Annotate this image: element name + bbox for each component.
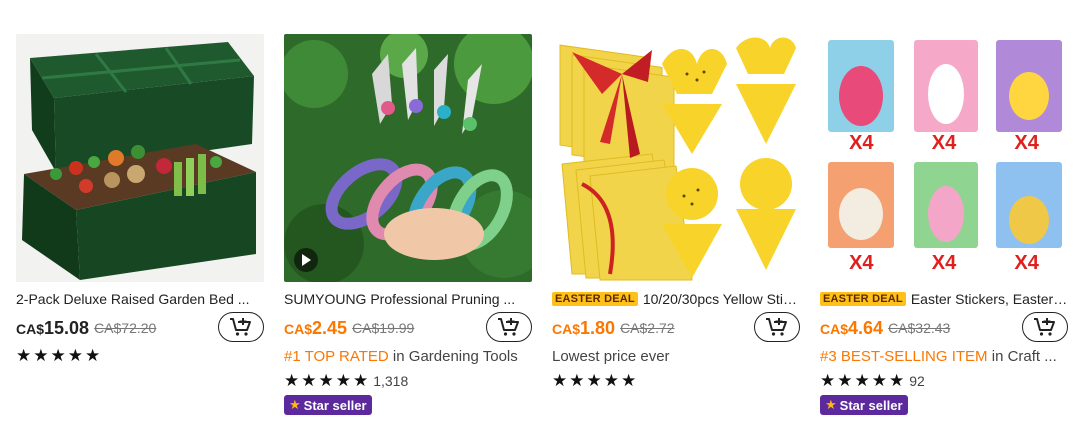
product-grid: 2-Pack Deluxe Raised Garden Bed ... CA$1… xyxy=(0,0,1080,440)
product-title[interactable]: SUMYOUNG Professional Pruning ... xyxy=(284,291,515,307)
product-title[interactable]: 2-Pack Deluxe Raised Garden Bed ... xyxy=(16,291,249,307)
easter-deal-badge: EASTER DEAL xyxy=(552,292,638,306)
play-video-icon[interactable] xyxy=(294,248,318,272)
product-card[interactable]: EASTER DEAL 10/20/30pcs Yellow Stic... C… xyxy=(552,34,800,390)
ranking-tag[interactable]: #3 BEST-SELLING ITEM in Craft ... xyxy=(820,348,1068,366)
quantity-label: X4 xyxy=(849,132,874,154)
product-title[interactable]: 10/20/30pcs Yellow Stic... xyxy=(643,291,800,307)
ranking-category: in Gardening Tools xyxy=(388,348,518,365)
price-row: CA$4.64 CA$32.43 xyxy=(820,312,1068,342)
lowest-price-label: Lowest price ever xyxy=(552,348,670,365)
star-seller-badge: ★ Star seller xyxy=(820,395,908,415)
sticker-quantity-row: X4 X4 X4 xyxy=(820,132,1068,155)
rating-row: ★★★★★ xyxy=(552,371,800,390)
original-price: CA$19.99 xyxy=(352,320,415,336)
product-image-pruning-shears[interactable] xyxy=(284,34,532,282)
star-badge-icon: ★ xyxy=(825,397,837,412)
product-title[interactable]: Easter Stickers, Easter B... xyxy=(911,291,1068,307)
product-title-row[interactable]: EASTER DEAL 10/20/30pcs Yellow Stic... xyxy=(552,290,800,308)
add-to-cart-button[interactable] xyxy=(1022,312,1068,342)
product-title-row[interactable]: 2-Pack Deluxe Raised Garden Bed ... xyxy=(16,290,264,308)
star-rating: ★★★★★ xyxy=(820,371,907,390)
rating-row: ★★★★★ 92 xyxy=(820,371,1068,390)
product-card[interactable]: 2-Pack Deluxe Raised Garden Bed ... CA$1… xyxy=(16,34,264,365)
product-card[interactable]: X4 X4 X4 X4 X4 X4 EASTER DEAL Easter Sti… xyxy=(820,34,1068,415)
product-image-easter-stickers[interactable]: X4 X4 X4 X4 X4 X4 xyxy=(820,34,1068,282)
star-rating: ★★★★★ xyxy=(552,371,639,390)
rating-count: 1,318 xyxy=(373,373,409,389)
original-price: CA$72.20 xyxy=(94,320,157,336)
price-row: CA$1.80 CA$2.72 xyxy=(552,312,800,342)
cart-plus-icon xyxy=(230,318,251,336)
ranking-highlight: #3 BEST-SELLING ITEM xyxy=(820,348,988,365)
price-note: Lowest price ever xyxy=(552,348,800,366)
add-to-cart-button[interactable] xyxy=(754,312,800,342)
quantity-label: X4 xyxy=(849,252,874,274)
star-rating: ★★★★★ xyxy=(284,371,371,390)
quantity-label: X4 xyxy=(1014,252,1039,274)
original-price: CA$2.72 xyxy=(620,320,675,336)
product-card[interactable]: SUMYOUNG Professional Pruning ... CA$2.4… xyxy=(284,34,532,415)
star-seller-label: Star seller xyxy=(839,397,903,413)
star-seller-label: Star seller xyxy=(303,397,367,413)
product-image-garden-bed[interactable] xyxy=(16,34,264,282)
ranking-category: in Craft ... xyxy=(987,348,1057,365)
rating-row: ★★★★★ xyxy=(16,346,264,365)
quantity-label: X4 xyxy=(1014,132,1039,154)
add-to-cart-button[interactable] xyxy=(218,312,264,342)
ranking-highlight: #1 TOP RATED xyxy=(284,348,389,365)
ranking-tag[interactable]: #1 TOP RATED in Gardening Tools xyxy=(284,348,532,366)
cart-plus-icon xyxy=(1034,318,1055,336)
current-price: CA$1.80 xyxy=(552,317,616,338)
sticker-quantity-row: X4 X4 X4 xyxy=(820,252,1068,275)
current-price: CA$4.64 xyxy=(820,317,884,338)
current-price: CA$2.45 xyxy=(284,317,348,338)
add-to-cart-button[interactable] xyxy=(486,312,532,342)
star-badge-icon: ★ xyxy=(289,397,301,412)
rating-row: ★★★★★ 1,318 xyxy=(284,371,532,390)
product-title-row[interactable]: SUMYOUNG Professional Pruning ... xyxy=(284,290,532,308)
easter-deal-badge: EASTER DEAL xyxy=(820,292,906,306)
cart-plus-icon xyxy=(498,318,519,336)
star-rating: ★★★★★ xyxy=(16,346,103,365)
product-image-sticky-traps[interactable] xyxy=(552,34,800,282)
current-price: CA$15.08 xyxy=(16,317,90,338)
price-row: CA$2.45 CA$19.99 xyxy=(284,312,532,342)
quantity-label: X4 xyxy=(931,132,957,154)
star-seller-badge: ★ Star seller xyxy=(284,395,372,415)
cart-plus-icon xyxy=(766,318,787,336)
original-price: CA$32.43 xyxy=(888,320,951,336)
price-row: CA$15.08 CA$72.20 xyxy=(16,312,264,342)
rating-count: 92 xyxy=(909,373,925,389)
product-title-row[interactable]: EASTER DEAL Easter Stickers, Easter B... xyxy=(820,290,1068,308)
quantity-label: X4 xyxy=(931,252,957,274)
